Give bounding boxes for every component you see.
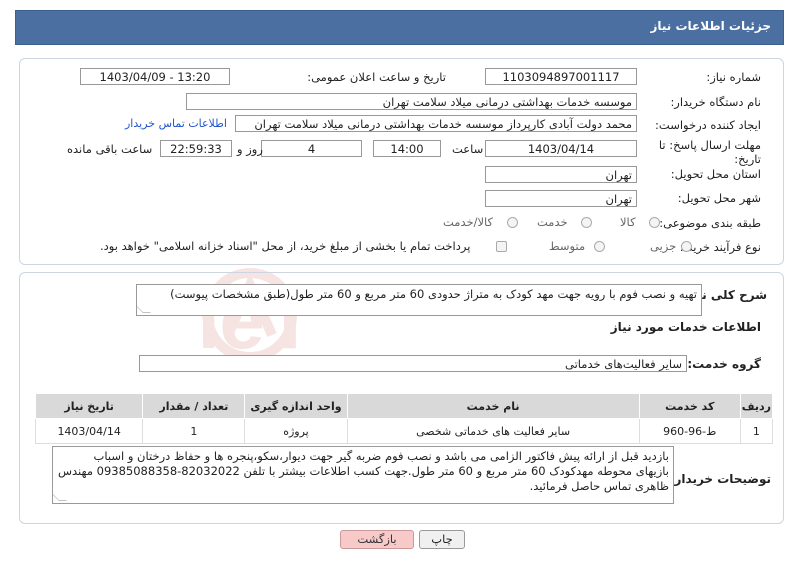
treasury-payment-checkbox[interactable] <box>496 241 507 252</box>
buyer-name-label: نام دستگاه خریدار: <box>670 95 761 109</box>
deadline-date-label: تاریخ: <box>734 152 761 166</box>
remaining-days-label: روز و <box>237 142 263 156</box>
delivery-city-label: شهر محل تحویل: <box>677 191 761 205</box>
col-need-date: تاریخ نیاز <box>34 393 144 419</box>
request-creator-field[interactable]: محمد دولت آبادی کارپرداز موسسه خدمات بهد… <box>235 115 637 132</box>
resize-handle-icon[interactable] <box>53 493 67 501</box>
category-goods-radio[interactable] <box>649 217 660 228</box>
col-service-code: کد خدمت <box>638 393 741 419</box>
services-table: ردیف کد خدمت نام خدمت واحد اندازه گیری ت… <box>34 393 774 444</box>
buyer-notes-line-1: بازدید قبل از ارائه پیش فاکتور الزامی می… <box>93 449 669 463</box>
delivery-city-field[interactable]: تهران <box>485 190 637 207</box>
need-details-page: جزئیات اطلاعات نیاز شماره نیاز: 11030948… <box>0 0 789 566</box>
process-minor-label: جزیی <box>650 239 677 253</box>
col-unit: واحد اندازه گیری <box>244 393 348 419</box>
buyer-notes-label: توضیحات خریدار: <box>669 472 771 486</box>
table-row: 1 ط-96-960 سایر فعالیت های خدماتی شخصی پ… <box>34 418 774 444</box>
cell-row-number: 1 <box>739 418 774 444</box>
need-number-label: شماره نیاز: <box>706 70 761 84</box>
deadline-time-label: ساعت <box>452 142 484 156</box>
category-service-label: خدمت <box>537 215 568 229</box>
category-goods-service-label: کالا/خدمت <box>443 215 494 229</box>
category-service-radio[interactable] <box>581 217 592 228</box>
col-quantity: تعداد / مقدار <box>142 393 246 419</box>
back-button[interactable]: بازگشت <box>340 530 414 549</box>
page-title: جزئیات اطلاعات نیاز <box>650 19 771 33</box>
buyer-contact-link[interactable]: اطلاعات تماس خریدار <box>125 117 227 130</box>
cell-unit: پروژه <box>244 418 348 444</box>
announce-datetime-field[interactable]: 1403/04/09 - 13:20 <box>80 68 230 85</box>
buyer-notes-line-2: بازیهای محوطه مهدکودک 60 متر مربع و 60 م… <box>57 464 669 478</box>
buyer-notes-line-3: ظاهری تماس حاصل فرمائید. <box>529 479 669 493</box>
remaining-time-label: ساعت باقی مانده <box>67 142 153 156</box>
cell-quantity: 1 <box>142 418 246 444</box>
remaining-time-field[interactable]: 22:59:33 <box>160 140 232 157</box>
need-number-field[interactable]: 1103094897001117 <box>485 68 637 85</box>
process-medium-radio[interactable] <box>594 241 605 252</box>
resize-handle-icon[interactable] <box>137 305 151 313</box>
service-group-field[interactable]: سایر فعالیت‌های خدماتی <box>139 355 687 372</box>
col-service-name: نام خدمت <box>346 393 640 419</box>
service-group-label: گروه خدمت: <box>687 357 761 371</box>
process-medium-label: متوسط <box>549 239 586 253</box>
announce-datetime-label: تاریخ و ساعت اعلان عمومی: <box>307 70 446 84</box>
deadline-time-field[interactable]: 14:00 <box>373 140 441 157</box>
process-minor-radio[interactable] <box>681 241 692 252</box>
treasury-payment-note: پرداخت تمام یا بخشی از مبلغ خرید، از محل… <box>100 239 471 253</box>
cell-service-name: سایر فعالیت های خدماتی شخصی <box>346 418 640 444</box>
category-goods-label: کالا <box>620 215 636 229</box>
buyer-notes-textarea[interactable]: بازدید قبل از ارائه پیش فاکتور الزامی می… <box>52 446 674 504</box>
buyer-name-field[interactable]: موسسه خدمات بهداشتی درمانی میلاد سلامت ت… <box>186 93 637 110</box>
services-section-title: اطلاعات خدمات مورد نیاز <box>610 320 761 334</box>
cell-need-date: 1403/04/14 <box>34 418 144 444</box>
col-row-number: ردیف <box>739 393 774 419</box>
delivery-province-field[interactable]: تهران <box>485 166 637 183</box>
remaining-days-field[interactable]: 4 <box>261 140 362 157</box>
category-label: طبقه بندی موضوعی: <box>659 216 761 230</box>
page-header: جزئیات اطلاعات نیاز <box>15 10 784 45</box>
description-textarea[interactable]: تهیه و نصب فوم با رویه جهت مهد کودک به م… <box>136 284 702 316</box>
delivery-province-label: استان محل تحویل: <box>670 167 761 181</box>
deadline-date-field[interactable]: 1403/04/14 <box>485 140 637 157</box>
need-info-panel <box>19 58 784 265</box>
print-button[interactable]: چاپ <box>419 530 465 549</box>
cell-service-code: ط-96-960 <box>638 418 741 444</box>
category-goods-service-radio[interactable] <box>507 217 518 228</box>
table-header-row: ردیف کد خدمت نام خدمت واحد اندازه گیری ت… <box>34 393 774 419</box>
description-text: تهیه و نصب فوم با رویه جهت مهد کودک به م… <box>170 287 697 301</box>
deadline-label: مهلت ارسال پاسخ: تا <box>658 138 761 152</box>
request-creator-label: ایجاد کننده درخواست: <box>655 118 761 132</box>
